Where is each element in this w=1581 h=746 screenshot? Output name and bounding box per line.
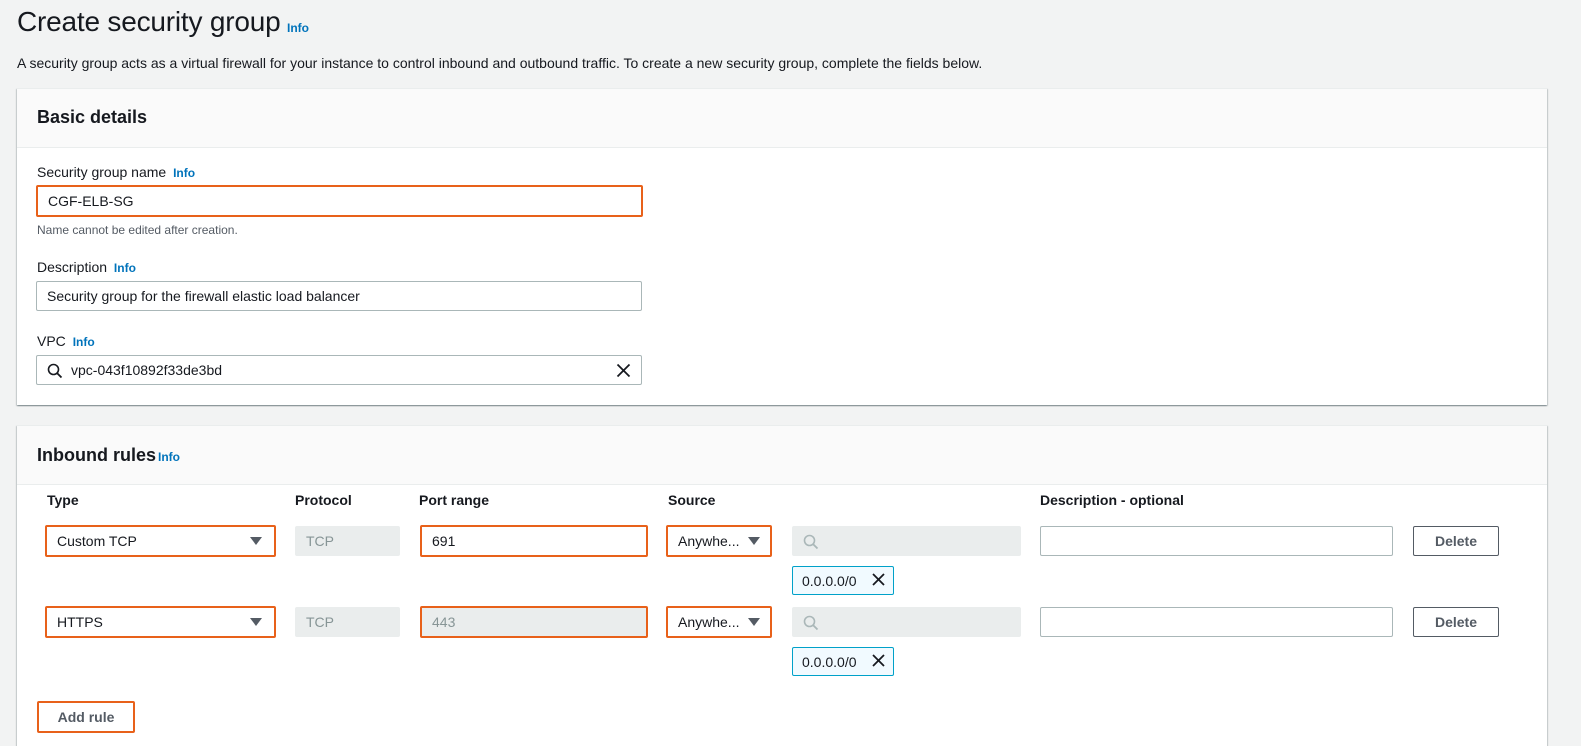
vpc-info-link[interactable]: Info [73,335,95,349]
title-info-link[interactable]: Info [287,21,309,35]
rule-type-select[interactable]: HTTPS [45,606,276,638]
rule-source-select[interactable]: Anywhe... [666,606,772,638]
description-value: Security group for the firewall elastic … [47,288,360,304]
delete-rule-button[interactable]: Delete [1413,607,1499,637]
rule-type-value: Custom TCP [57,533,137,549]
vpc-label-text: VPC [37,333,66,349]
security-group-name-hint: Name cannot be edited after creation. [37,223,238,237]
rule-source-value: Anywhe... [678,533,740,549]
description-input[interactable]: Security group for the firewall elastic … [36,281,642,311]
security-group-name-label-text: Security group name [37,164,167,180]
security-group-name-value: CGF-ELB-SG [48,193,134,209]
cidr-token-value: 0.0.0.0/0 [802,653,857,670]
caret-down-icon [748,618,760,626]
column-protocol: Protocol [295,492,352,508]
security-group-name-info-link[interactable]: Info [173,166,195,180]
basic-details-header: Basic details [17,89,1547,148]
rule-protocol-field: TCP [295,526,400,556]
clear-vpc-close-icon[interactable] [616,363,631,378]
vpc-search-input[interactable]: vpc-043f10892f33de3bd [36,355,642,385]
rule-protocol-field: TCP [295,607,400,637]
security-group-name-input[interactable]: CGF-ELB-SG [36,185,643,217]
remove-cidr-close-icon[interactable] [871,653,886,668]
inbound-rules-title: Inbound rules [37,445,156,465]
remove-cidr-close-icon[interactable] [871,572,886,587]
rule-description-input[interactable] [1040,526,1393,556]
rule-port-range-input[interactable]: 691 [420,525,648,557]
add-rule-button[interactable]: Add rule [37,701,135,733]
search-icon [47,363,63,379]
rule-source-value: Anywhe... [678,614,740,630]
rule-type-value: HTTPS [57,614,103,630]
description-label-text: Description [37,259,108,275]
vpc-label: VPC Info [37,333,95,349]
rule-type-select[interactable]: Custom TCP [45,525,276,557]
basic-details-title: Basic details [37,107,148,127]
basic-details-panel: Basic details Security group name Info C… [17,88,1547,405]
delete-rule-button[interactable]: Delete [1413,526,1499,556]
column-port-range: Port range [419,492,490,508]
security-group-name-label: Security group name Info [37,164,195,180]
cidr-token-value: 0.0.0.0/0 [802,572,857,589]
rule-port-range-value: 443 [432,614,456,630]
rule-port-range-input: 443 [420,606,648,638]
search-icon [803,615,819,631]
caret-down-icon [250,618,262,626]
inbound-rules-info-link[interactable]: Info [158,450,180,464]
rule-description-input[interactable] [1040,607,1393,637]
page-title: Create security group [17,6,281,37]
rule-cidr-search-input[interactable] [792,526,1021,556]
description-label: Description Info [37,259,136,275]
page-description: A security group acts as a virtual firew… [17,55,983,71]
rule-port-range-value: 691 [432,533,456,549]
description-info-link[interactable]: Info [114,261,136,275]
rule-protocol-value: TCP [306,533,334,549]
caret-down-icon [250,537,262,545]
cidr-token: 0.0.0.0/0 [792,647,894,676]
rule-protocol-value: TCP [306,614,334,630]
column-type: Type [47,492,79,508]
search-icon [803,534,819,550]
cidr-token: 0.0.0.0/0 [792,566,894,595]
vpc-value: vpc-043f10892f33de3bd [71,362,223,378]
column-description: Description - optional [1040,492,1184,508]
rule-cidr-search-input[interactable] [792,607,1021,637]
inbound-rules-panel: Inbound rules Info Type Protocol Port ra… [17,425,1547,746]
caret-down-icon [748,537,760,545]
rule-source-select[interactable]: Anywhe... [666,525,772,557]
column-source: Source [668,492,716,508]
inbound-rules-header: Inbound rules Info [17,426,1547,485]
